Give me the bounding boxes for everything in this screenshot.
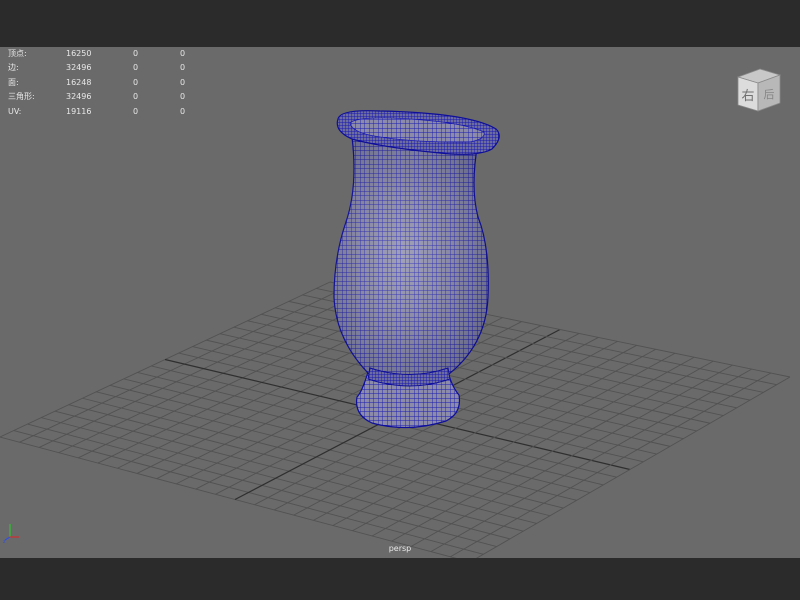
hud-label: 顶点: [8, 49, 27, 58]
hud-total: 19116 [66, 106, 92, 116]
hud-components: 0 [180, 106, 186, 116]
hud-components: 0 [180, 77, 186, 87]
hud-row-vertices: 顶点: 16250 0 0 [8, 47, 208, 61]
bottom-letterbox [0, 558, 800, 600]
hud-selected: 0 [133, 77, 139, 87]
hud-total: 16250 [66, 49, 92, 58]
axis-gizmo-icon: z [3, 524, 19, 545]
hud-total: 16248 [66, 77, 92, 87]
hud-row-edges: 边: 32496 0 0 [8, 61, 208, 75]
hud-row-uvs: UV: 19116 0 0 [8, 105, 208, 119]
poly-count-hud: 顶点: 16250 0 0 边: 32496 0 0 面: 16248 0 0 … [8, 47, 208, 119]
hud-row-faces: 面: 16248 0 0 [8, 76, 208, 90]
hud-total: 32496 [66, 63, 92, 73]
grid-line [450, 372, 772, 558]
view-cube-icon[interactable]: 右 后 [734, 65, 784, 117]
hud-components: 0 [180, 49, 186, 58]
grid-line [476, 376, 791, 558]
vase-shading [334, 137, 489, 377]
hud-label: 三角形: [8, 92, 35, 102]
hud-selected: 0 [133, 63, 139, 73]
hud-label: UV: [8, 106, 22, 116]
hud-label: 面: [8, 77, 19, 87]
hud-components: 0 [180, 92, 186, 102]
hud-components: 0 [180, 63, 186, 73]
scene-canvas[interactable] [0, 47, 800, 558]
perspective-viewport[interactable]: 顶点: 16250 0 0 边: 32496 0 0 面: 16248 0 0 … [0, 47, 800, 558]
view-cube-side-label: 后 [764, 88, 775, 101]
top-letterbox [0, 0, 800, 47]
view-cube-front-label: 右 [741, 89, 754, 104]
hud-selected: 0 [133, 106, 139, 116]
hud-selected: 0 [133, 92, 139, 102]
grid-line [0, 436, 457, 558]
vase-mesh[interactable] [333, 110, 500, 429]
hud-row-triangles: 三角形: 32496 0 0 [8, 90, 208, 104]
camera-name-label: persp [388, 544, 412, 553]
hud-total: 32496 [66, 92, 92, 102]
grid-line [430, 368, 752, 552]
hud-selected: 0 [133, 49, 139, 58]
hud-label: 边: [8, 63, 19, 73]
